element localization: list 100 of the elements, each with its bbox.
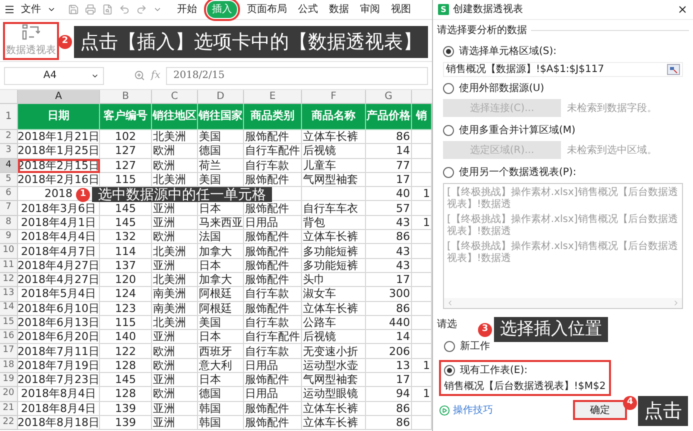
table-cell: 西班牙 <box>198 344 244 359</box>
row-number[interactable]: 3 <box>0 144 18 159</box>
range-field[interactable]: 销售概况【数据源】!$A$1:$J$117 <box>443 62 683 77</box>
row-number[interactable]: 18 <box>0 358 18 374</box>
ok-button[interactable]: 确定 <box>573 400 627 420</box>
column-header[interactable]: B <box>100 90 152 103</box>
ribbon-tab[interactable]: 开始 <box>176 2 198 17</box>
table-cell: 气网型袖套 <box>302 172 366 188</box>
table-cell: 43 <box>366 258 412 273</box>
row-number[interactable]: 16 <box>0 330 18 344</box>
close-icon[interactable] <box>677 4 688 15</box>
ribbon-tab[interactable]: 数据 <box>328 2 350 17</box>
column-header[interactable]: D <box>198 90 244 103</box>
table-cell: 立体车长裤 <box>302 416 366 430</box>
menu-icon[interactable] <box>4 4 15 15</box>
ribbon-tab[interactable]: 插入 <box>207 1 237 18</box>
row-number[interactable]: 9 <box>0 230 18 244</box>
table-cell: 北美洲 <box>152 316 198 330</box>
status-note: 未检索到选中区域。 <box>567 144 657 158</box>
row-number[interactable]: 11 <box>0 258 18 273</box>
table-cell: 亚洲 <box>152 330 198 344</box>
table-cell: 南美洲 <box>152 302 198 316</box>
table-cell: 加拿大 <box>198 244 244 259</box>
ribbon-tab[interactable]: 公式 <box>297 2 319 17</box>
table-cell: 亚洲 <box>152 402 198 416</box>
table-cell: 阿根廷 <box>198 302 244 316</box>
table-cell: 欧洲 <box>152 230 198 244</box>
row-number[interactable]: 19 <box>0 373 18 388</box>
option-label[interactable]: 请选择单元格区域(S): <box>459 44 557 59</box>
row-number[interactable]: 2 <box>0 130 18 144</box>
option-label[interactable]: 新工作 <box>460 339 490 354</box>
column-header[interactable]: G <box>366 90 412 103</box>
row-number[interactable]: 14 <box>0 302 18 316</box>
row-number[interactable]: 21 <box>0 402 18 416</box>
pivot-table-icon <box>22 24 40 40</box>
list-item[interactable]: [【终极挑战】操作素材.xlsx]销售概况【后台数据透视表】!数据透 <box>447 214 679 238</box>
location-field[interactable]: 销售概况【后台数据透视表】!$M$2 <box>444 380 606 393</box>
name-box[interactable]: A4 <box>4 66 104 84</box>
option-label[interactable]: 使用另一个数据透视表(P): <box>459 165 576 180</box>
row-number[interactable]: 5 <box>0 172 18 188</box>
row-number[interactable]: 12 <box>0 272 18 288</box>
print-icon[interactable] <box>85 4 96 15</box>
redo-icon[interactable] <box>136 4 147 15</box>
pivot-table-list[interactable]: [【终极挑战】操作素材.xlsx]销售概况【后台数据透视表】!数据透 [【终极挑战】操作素材.xlsx]销售概况【后台数据透视表】!数据透 [【终极挑战】操作素材.xlsx]销售概况【后台数据透视表】!数据透 <box>443 183 683 309</box>
radio-button[interactable] <box>443 83 454 94</box>
ribbon-tab[interactable]: 审阅 <box>359 2 381 17</box>
table-cell: 日本 <box>198 330 244 344</box>
row-number[interactable]: 13 <box>0 287 18 302</box>
table-cell: 2018年7月11日 <box>18 344 100 359</box>
radio-button[interactable] <box>444 365 455 376</box>
save-icon[interactable] <box>68 4 79 15</box>
row-number[interactable]: 17 <box>0 344 18 359</box>
list-item[interactable]: [【终极挑战】操作素材.xlsx]销售概况【后台数据透视表】!数据透 <box>447 241 679 265</box>
option-label[interactable]: 使用多重合并计算区域(M) <box>459 123 576 138</box>
range-picker-icon[interactable] <box>667 64 680 75</box>
radio-button[interactable] <box>443 125 454 136</box>
row-number[interactable]: 15 <box>0 316 18 330</box>
table-cell: 14 <box>366 144 412 159</box>
undo-icon[interactable] <box>119 4 130 15</box>
radio-button[interactable] <box>443 46 454 57</box>
table-cell: 14 <box>366 330 412 344</box>
radio-button[interactable] <box>443 167 454 178</box>
column-header[interactable]: E <box>244 90 302 103</box>
list-item[interactable]: [【终极挑战】操作素材.xlsx]销售概况【后台数据透视表】!数据透 <box>447 187 679 211</box>
table-cell: 服饰配件 <box>244 272 302 288</box>
table-cell: 94 <box>366 387 412 402</box>
option-label[interactable]: 使用外部数据源(U) <box>459 81 544 96</box>
table-cell: 86 <box>366 302 412 316</box>
row-number[interactable]: 4 <box>0 158 18 173</box>
ribbon-tab[interactable]: 页面布局 <box>246 2 288 17</box>
ribbon-tab[interactable]: 视图 <box>390 2 412 17</box>
table-cell: 日用品 <box>244 358 302 374</box>
row-number[interactable]: 6 <box>0 187 18 202</box>
column-title: 产品价格 <box>366 104 412 130</box>
radio-button[interactable] <box>444 341 455 352</box>
row-number[interactable]: 1 <box>0 104 18 130</box>
column-header[interactable]: F <box>302 90 366 103</box>
play-icon[interactable] <box>439 404 450 416</box>
row-number[interactable]: 22 <box>0 416 18 430</box>
function-label[interactable]: fx <box>151 68 160 83</box>
table-cell: 2018年4月27日 <box>18 258 100 273</box>
print-preview-icon[interactable] <box>102 4 113 15</box>
column-header[interactable]: A <box>18 90 100 103</box>
row-number[interactable]: 8 <box>0 216 18 230</box>
column-header[interactable]: C <box>152 90 198 103</box>
tips-link[interactable]: 操作技巧 <box>453 402 493 418</box>
more-icon[interactable] <box>153 5 162 14</box>
table-cell: 无变速小折 <box>302 344 366 359</box>
chevron-down-icon[interactable] <box>47 5 56 14</box>
pivot-table-button[interactable]: 数据透视表 <box>3 22 59 60</box>
option-label[interactable]: 现有工作表(E): <box>460 363 528 378</box>
row-number[interactable]: 10 <box>0 244 18 259</box>
formula-field[interactable]: 2018/2/15 <box>166 66 428 84</box>
table-cell: 德国 <box>198 387 244 402</box>
file-menu[interactable]: 文件 <box>21 2 41 17</box>
zoom-icon[interactable] <box>134 70 145 81</box>
row-number[interactable]: 7 <box>0 201 18 216</box>
row-number[interactable]: 20 <box>0 387 18 402</box>
table-cell: 206 <box>366 344 412 359</box>
table-cell: 102 <box>100 130 152 144</box>
